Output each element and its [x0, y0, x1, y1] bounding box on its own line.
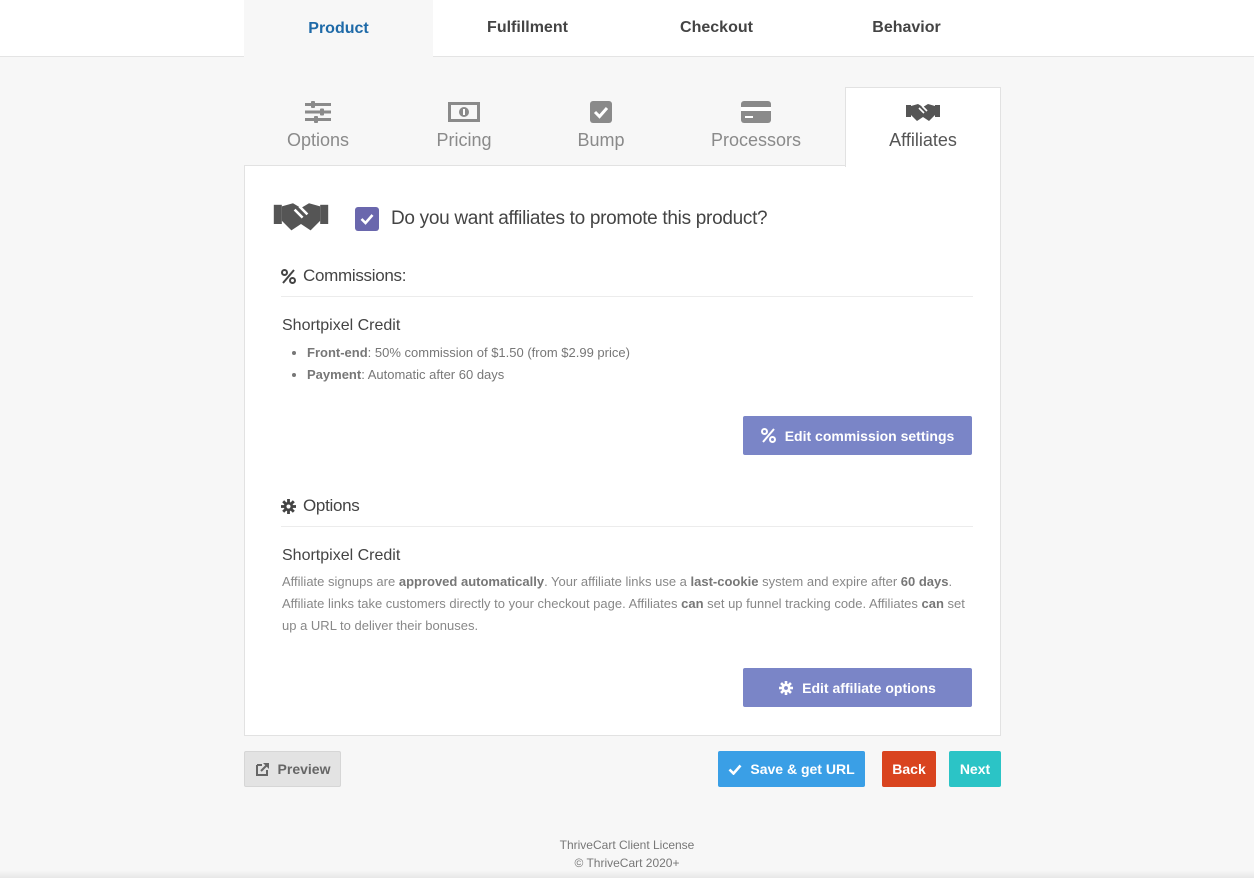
page-bottom-shadow	[0, 870, 1254, 878]
top-tab-bar: Product Fulfillment Checkout Behavior	[0, 0, 1254, 57]
edit-affiliate-options-button[interactable]: Edit affiliate options	[743, 668, 972, 707]
gear-icon	[779, 680, 794, 695]
commissions-heading: Commissions:	[281, 266, 973, 297]
handshake-icon	[906, 100, 940, 124]
affiliate-options-description: Affiliate signups are approved automatic…	[282, 574, 965, 633]
percent-icon	[281, 268, 297, 284]
subtab-processors[interactable]: Processors	[696, 88, 816, 166]
check-icon	[728, 764, 742, 775]
list-item: Payment: Automatic after 60 days	[307, 364, 630, 386]
save-get-url-button[interactable]: Save & get URL	[718, 751, 865, 787]
credit-card-icon	[741, 100, 771, 124]
footer-license: ThriveCart Client License	[559, 838, 695, 852]
options-heading: Options	[281, 496, 973, 527]
list-item: Front-end: 50% commission of $1.50 (from…	[307, 342, 630, 364]
check-icon	[360, 213, 374, 225]
next-button[interactable]: Next	[949, 751, 1001, 787]
subtab-options[interactable]: Options	[258, 88, 378, 166]
handshake-icon	[273, 200, 329, 237]
gear-icon	[281, 498, 297, 514]
sliders-icon	[305, 100, 331, 124]
preview-button[interactable]: Preview	[244, 751, 341, 787]
affiliate-question-text: Do you want affiliates to promote this p…	[391, 207, 768, 229]
external-link-icon	[255, 762, 270, 777]
commission-details-list: Front-end: 50% commission of $1.50 (from…	[307, 342, 630, 386]
tab-behavior[interactable]: Behavior	[812, 0, 1001, 56]
promote-affiliates-checkbox[interactable]	[355, 206, 379, 231]
commission-product-name: Shortpixel Credit	[282, 317, 401, 334]
subtab-pricing[interactable]: Pricing	[404, 88, 524, 166]
affiliate-question-row: Do you want affiliates to promote this p…	[273, 200, 768, 237]
tab-product[interactable]: Product	[244, 0, 433, 57]
percent-icon	[760, 428, 776, 443]
subtab-affiliates[interactable]: Affiliates	[845, 87, 1001, 167]
subtab-bump[interactable]: Bump	[541, 88, 661, 166]
checkbox-icon	[590, 100, 612, 124]
edit-commission-settings-button[interactable]: Edit commission settings	[743, 416, 972, 455]
back-button[interactable]: Back	[882, 751, 936, 787]
tab-fulfillment[interactable]: Fulfillment	[433, 0, 622, 56]
tab-checkout[interactable]: Checkout	[622, 0, 811, 56]
money-icon	[448, 100, 480, 124]
options-product-name: Shortpixel Credit	[282, 547, 401, 564]
affiliates-panel: Do you want affiliates to promote this p…	[244, 165, 1001, 736]
